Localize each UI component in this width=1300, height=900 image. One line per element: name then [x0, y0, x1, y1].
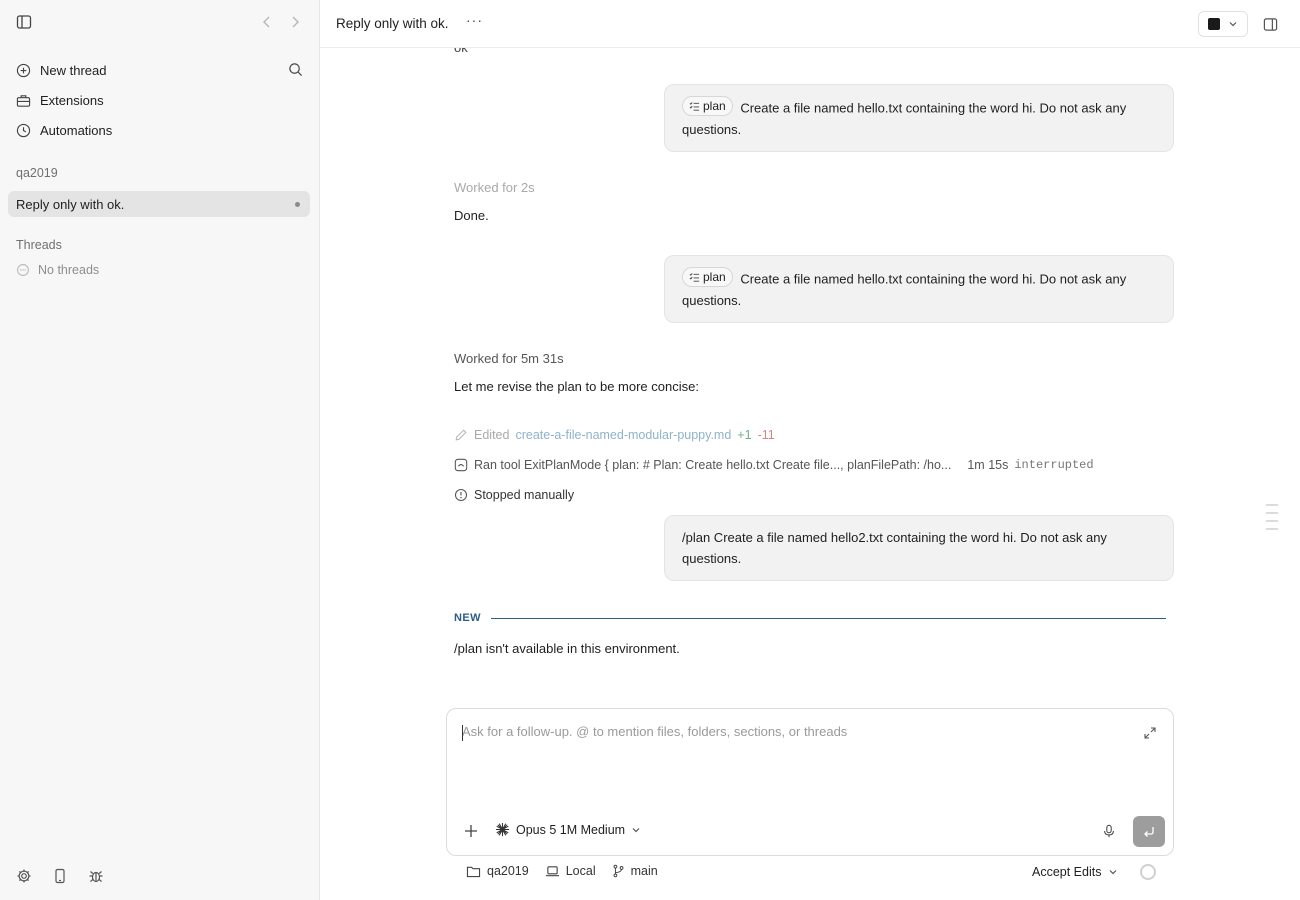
- folder-selector[interactable]: qa2019: [466, 864, 529, 878]
- automations-button[interactable]: Automations: [16, 116, 303, 144]
- thread-title: Reply only with ok.: [16, 196, 125, 212]
- right-panel-toggle-icon[interactable]: [1263, 17, 1278, 32]
- more-options-button[interactable]: ···: [466, 12, 483, 28]
- pencil-icon: [454, 428, 468, 442]
- no-threads-text: No threads: [38, 263, 100, 277]
- new-messages-divider: NEW: [454, 611, 1166, 625]
- ran-tool-row[interactable]: Ran tool ExitPlanMode { plan: # Plan: Cr…: [454, 458, 1094, 472]
- folder-icon: [466, 865, 481, 878]
- sidebar-top-bar: [16, 12, 303, 36]
- laptop-icon: [545, 865, 560, 878]
- starburst-icon: [495, 822, 510, 837]
- new-label: NEW: [454, 612, 481, 624]
- toolbox-icon: [16, 93, 31, 108]
- branch-selector[interactable]: main: [612, 864, 658, 878]
- chevron-down-icon: [1228, 19, 1238, 29]
- checklist-icon: [689, 272, 700, 282]
- assistant-message: /plan isn't available in this environmen…: [454, 641, 680, 656]
- stopped-row: Stopped manually: [454, 488, 574, 502]
- extensions-button[interactable]: Extensions: [16, 86, 303, 114]
- plan-chip-label: plan: [703, 270, 726, 284]
- chevron-down-icon: [631, 825, 641, 835]
- worked-duration[interactable]: Worked for 5m 31s: [454, 351, 564, 366]
- accept-edits-dropdown[interactable]: Accept Edits: [1032, 865, 1118, 879]
- project-label[interactable]: qa2019: [16, 166, 58, 180]
- sidebar-toggle-icon[interactable]: [16, 14, 32, 30]
- message-composer: Opus 5 1M Medium: [446, 708, 1174, 856]
- user-message-text: Create a file named hello.txt containing…: [682, 271, 1127, 308]
- assistant-message: Let me revise the plan to be more concis…: [454, 379, 699, 394]
- user-message-bubble: plan Create a file named hello.txt conta…: [664, 255, 1174, 323]
- chat-bubble-icon: [16, 263, 30, 277]
- edited-file-link[interactable]: create-a-file-named-modular-puppy.md: [515, 428, 731, 442]
- new-thread-label: New thread: [40, 62, 107, 78]
- branch-name: main: [630, 864, 658, 878]
- no-threads-placeholder: No threads: [16, 263, 99, 277]
- lines-added: +1: [737, 428, 752, 442]
- user-message-text: /plan Create a file named hello2.txt con…: [682, 530, 1107, 566]
- extensions-label: Extensions: [40, 92, 104, 108]
- minimap-scroll-markers[interactable]: [1266, 504, 1278, 536]
- expand-icon[interactable]: [1144, 727, 1156, 739]
- thread-title-heading: Reply only with ok.: [336, 16, 449, 31]
- search-icon[interactable]: [288, 62, 303, 77]
- forward-arrow-icon[interactable]: [287, 14, 303, 30]
- user-message-bubble: /plan Create a file named hello2.txt con…: [664, 515, 1174, 581]
- environment-name: Local: [565, 864, 596, 878]
- composer-status-bar: qa2019 Local main: [466, 864, 658, 878]
- user-message-text: Create a file named hello.txt containing…: [682, 100, 1127, 137]
- app-logo-icon: [1208, 18, 1220, 30]
- tool-status: interrupted: [1014, 458, 1094, 472]
- thread-status-dot: [295, 202, 300, 207]
- edited-file-row[interactable]: Edited create-a-file-named-modular-puppy…: [454, 428, 775, 442]
- divider-line: [490, 617, 1166, 619]
- back-arrow-icon[interactable]: [259, 14, 275, 30]
- user-message-bubble: plan Create a file named hello.txt conta…: [664, 84, 1174, 152]
- worked-duration[interactable]: Worked for 2s: [454, 180, 535, 195]
- attach-plus-icon[interactable]: [464, 824, 478, 838]
- git-branch-icon: [612, 864, 625, 878]
- open-in-app-dropdown[interactable]: [1198, 11, 1248, 37]
- ran-tool-text: Ran tool ExitPlanMode { plan: # Plan: Cr…: [474, 458, 952, 472]
- tool-icon: [454, 458, 468, 472]
- thread-header: Reply only with ok. ···: [320, 0, 1300, 48]
- accept-edits-label: Accept Edits: [1032, 865, 1102, 879]
- folder-name: qa2019: [487, 864, 529, 878]
- new-thread-button[interactable]: New thread: [16, 56, 303, 84]
- plan-chip: plan: [682, 267, 733, 287]
- checklist-icon: [689, 101, 700, 111]
- lines-removed: -11: [757, 428, 775, 442]
- plan-chip: plan: [682, 96, 733, 116]
- history-nav: [259, 14, 303, 30]
- model-name: Opus 5 1M Medium: [516, 822, 626, 837]
- sidebar: New thread Extensions Automations qa2019…: [0, 0, 320, 900]
- threads-section-label: Threads: [16, 238, 62, 252]
- follow-up-input[interactable]: [462, 724, 1112, 739]
- info-circle-icon: [454, 488, 468, 502]
- chat-transcript: ok plan Create a file named hello.txt co…: [320, 48, 1300, 698]
- chevron-down-icon: [1108, 867, 1118, 877]
- gear-icon[interactable]: [16, 868, 32, 884]
- mobile-device-icon[interactable]: [52, 868, 68, 884]
- assistant-message: Done.: [454, 208, 489, 223]
- send-button[interactable]: [1133, 816, 1165, 847]
- stopped-text: Stopped manually: [474, 488, 575, 502]
- environment-selector[interactable]: Local: [545, 864, 596, 878]
- context-usage-ring-icon[interactable]: [1140, 864, 1156, 880]
- clock-icon: [16, 123, 31, 138]
- plan-chip-label: plan: [703, 99, 726, 113]
- return-arrow-icon: [1142, 825, 1156, 839]
- tool-duration: 1m 15s: [967, 458, 1009, 472]
- plus-circle-icon: [16, 63, 31, 78]
- model-selector[interactable]: Opus 5 1M Medium: [495, 822, 641, 837]
- automations-label: Automations: [40, 122, 113, 138]
- sidebar-thread-item-active[interactable]: Reply only with ok.: [8, 191, 310, 217]
- sidebar-footer: [16, 868, 104, 884]
- assistant-message: ok: [454, 48, 468, 55]
- text-caret: [462, 725, 463, 741]
- microphone-icon[interactable]: [1102, 824, 1116, 838]
- edited-label: Edited: [474, 428, 510, 442]
- bug-icon[interactable]: [88, 868, 104, 884]
